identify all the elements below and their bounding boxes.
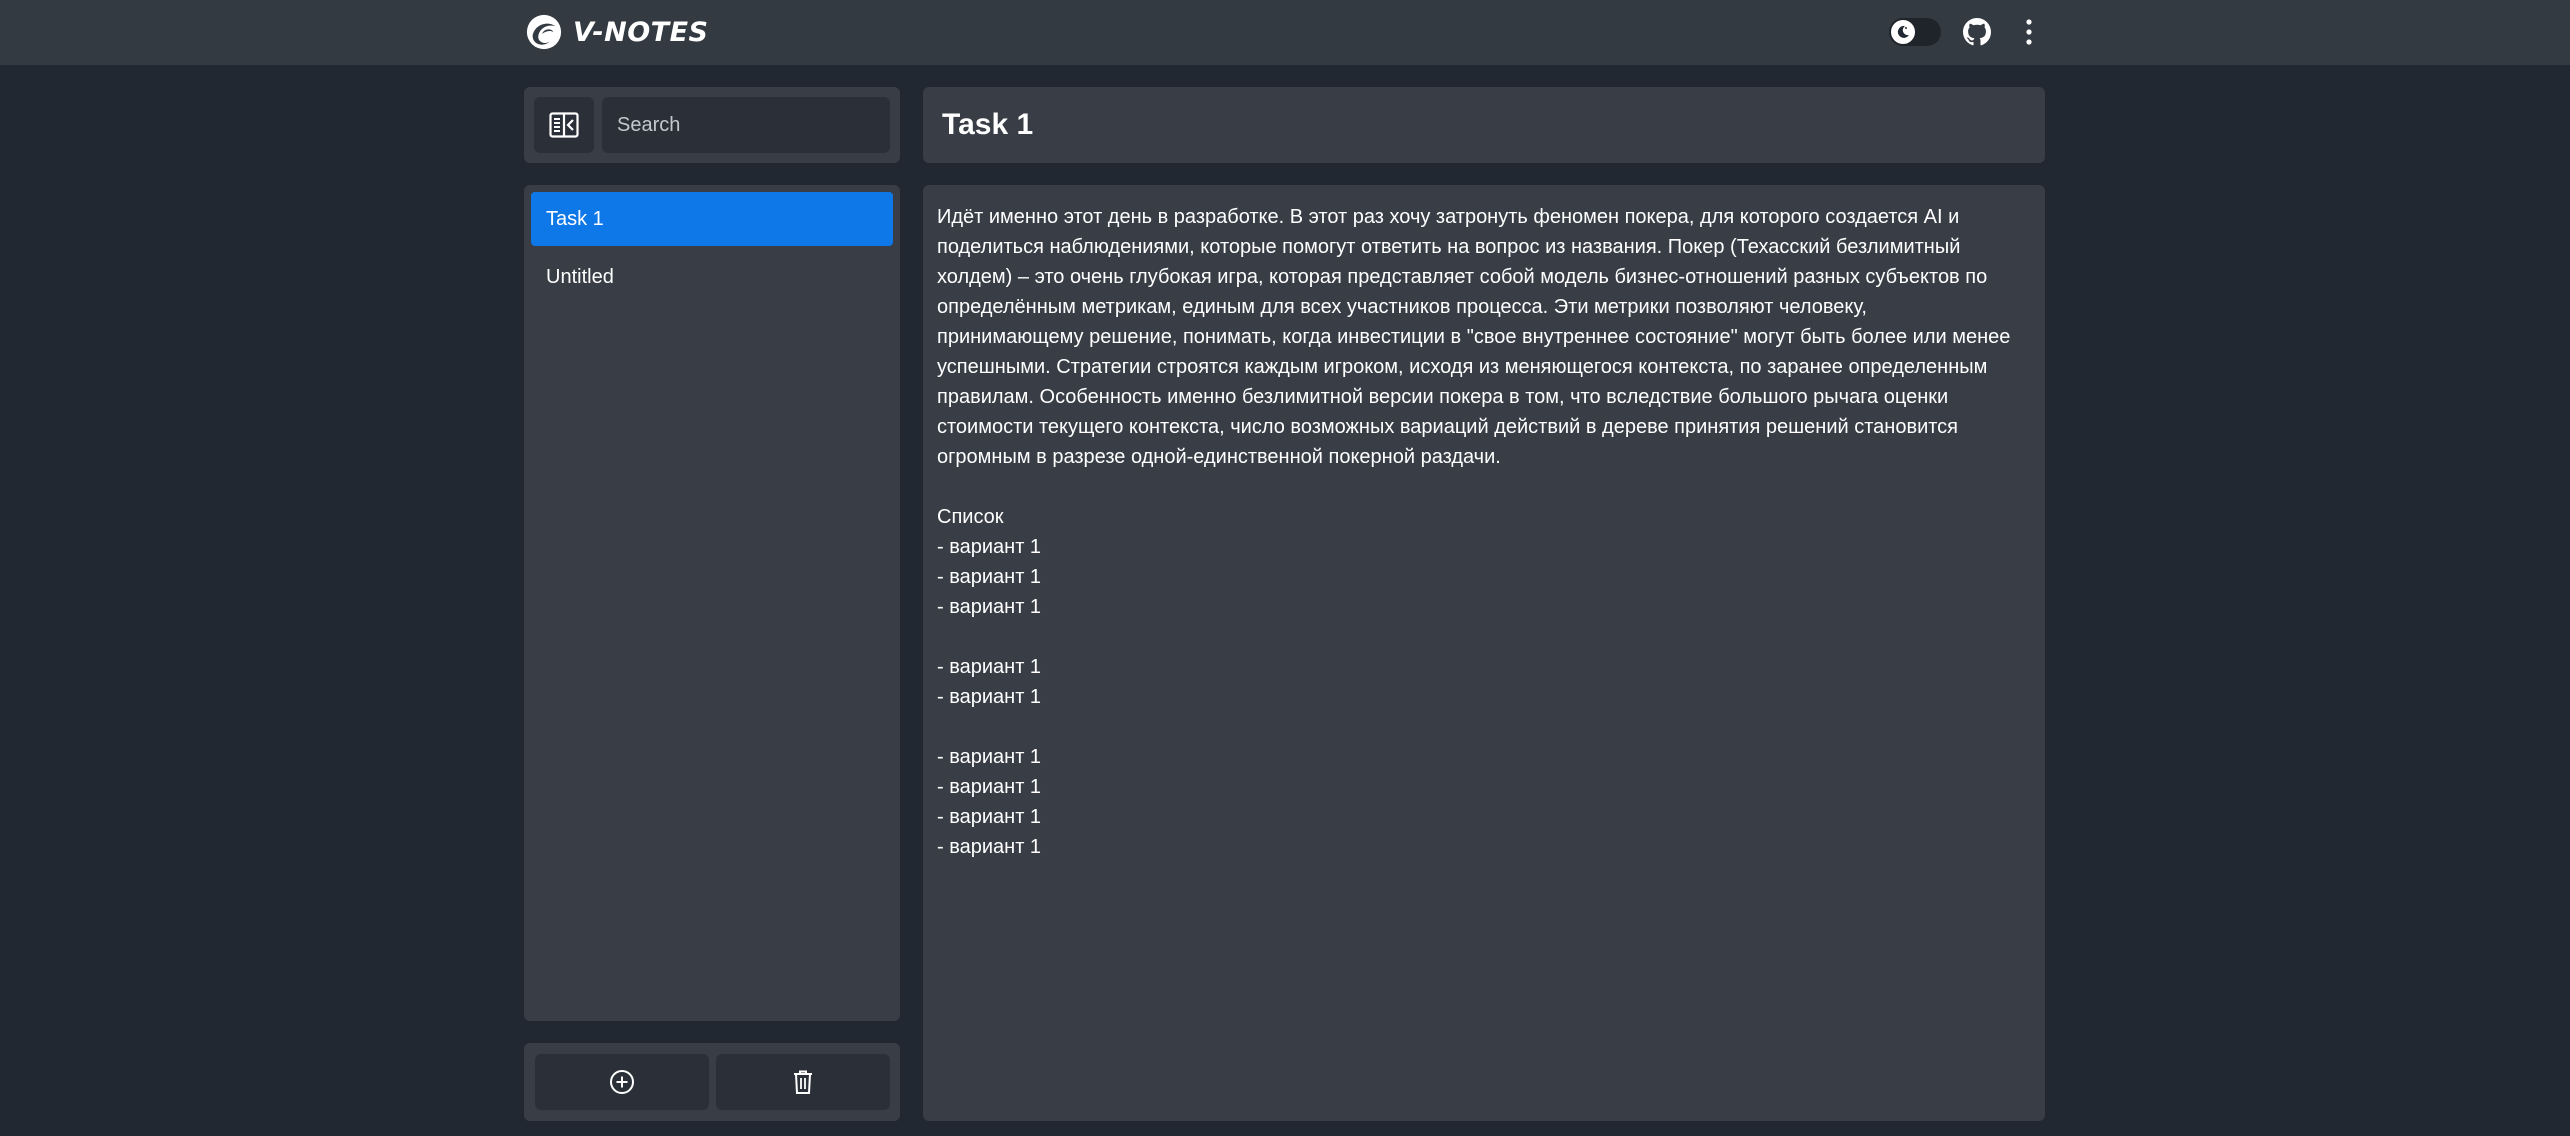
text-line[interactable]: поделиться наблюдениями, которые помогут… xyxy=(937,232,2031,262)
add-note-button[interactable] xyxy=(535,1054,709,1110)
text-line[interactable]: - вариант 1 xyxy=(937,832,2031,862)
note-item-label: Task 1 xyxy=(546,207,604,230)
toggle-sidebar-button[interactable] xyxy=(534,97,594,153)
text-line[interactable]: - вариант 1 xyxy=(937,772,2031,802)
text-line[interactable]: - вариант 1 xyxy=(937,562,2031,592)
text-line[interactable]: - вариант 1 xyxy=(937,742,2031,772)
notes-list: Task 1 Untitled xyxy=(524,185,900,1021)
text-line[interactable]: принимающему решение, понимать, когда ин… xyxy=(937,322,2031,352)
theme-toggle[interactable] xyxy=(1889,18,1941,46)
text-line[interactable]: - вариант 1 xyxy=(937,532,2031,562)
note-actions-panel xyxy=(524,1043,900,1121)
blank-line[interactable] xyxy=(937,712,2031,742)
list-item-note-task-1[interactable]: Task 1 xyxy=(531,192,893,246)
text-line[interactable]: определённым метрикам, единым для всех у… xyxy=(937,292,2031,322)
text-line[interactable]: - вариант 1 xyxy=(937,652,2031,682)
more-vertical-icon xyxy=(2026,19,2032,45)
more-menu-button[interactable] xyxy=(2013,16,2045,48)
app-name: V-NOTES xyxy=(573,16,709,48)
text-line[interactable]: - вариант 1 xyxy=(937,682,2031,712)
text-line[interactable]: холдем) – это очень глубокая игра, котор… xyxy=(937,262,2031,292)
trash-icon xyxy=(794,1070,812,1094)
blank-line[interactable] xyxy=(937,472,2031,502)
note-title-panel[interactable]: Task 1 xyxy=(923,87,2045,163)
logo-icon xyxy=(526,14,562,50)
text-line[interactable]: - вариант 1 xyxy=(937,592,2031,622)
text-line[interactable]: - вариант 1 xyxy=(937,802,2031,832)
brand[interactable]: V-NOTES xyxy=(525,12,709,52)
text-line[interactable]: стоимости текущего контекста, число возм… xyxy=(937,412,2031,442)
note-item-label: Untitled xyxy=(546,265,614,288)
list-item-note-untitled[interactable]: Untitled xyxy=(531,250,893,304)
note-title[interactable]: Task 1 xyxy=(942,108,1033,142)
text-line[interactable]: успешными. Стратегии строятся каждым игр… xyxy=(937,352,2031,382)
blank-line[interactable] xyxy=(937,622,2031,652)
text-line[interactable]: огромным в разрезе одной-единственной по… xyxy=(937,442,2031,472)
plus-circle-icon xyxy=(610,1070,634,1094)
text-line[interactable]: правилам. Особенность именно безлимитной… xyxy=(937,382,2031,412)
moon-icon xyxy=(1891,20,1915,44)
text-line[interactable]: Список xyxy=(937,502,2031,532)
github-button[interactable] xyxy=(1961,16,1993,48)
note-editor[interactable]: Идёт именно этот день в разработке. В эт… xyxy=(923,185,2045,1121)
sidebar-collapse-icon xyxy=(549,112,579,138)
note-body-text[interactable]: Идёт именно этот день в разработке. В эт… xyxy=(937,202,2031,862)
top-bar: V-NOTES xyxy=(0,0,2570,65)
delete-note-button[interactable] xyxy=(716,1054,890,1110)
header-actions xyxy=(1889,12,2045,52)
sidebar-search-panel xyxy=(524,87,900,163)
github-icon xyxy=(1963,18,1991,46)
text-line[interactable]: Идёт именно этот день в разработке. В эт… xyxy=(937,202,2031,232)
search-input[interactable] xyxy=(602,97,890,153)
